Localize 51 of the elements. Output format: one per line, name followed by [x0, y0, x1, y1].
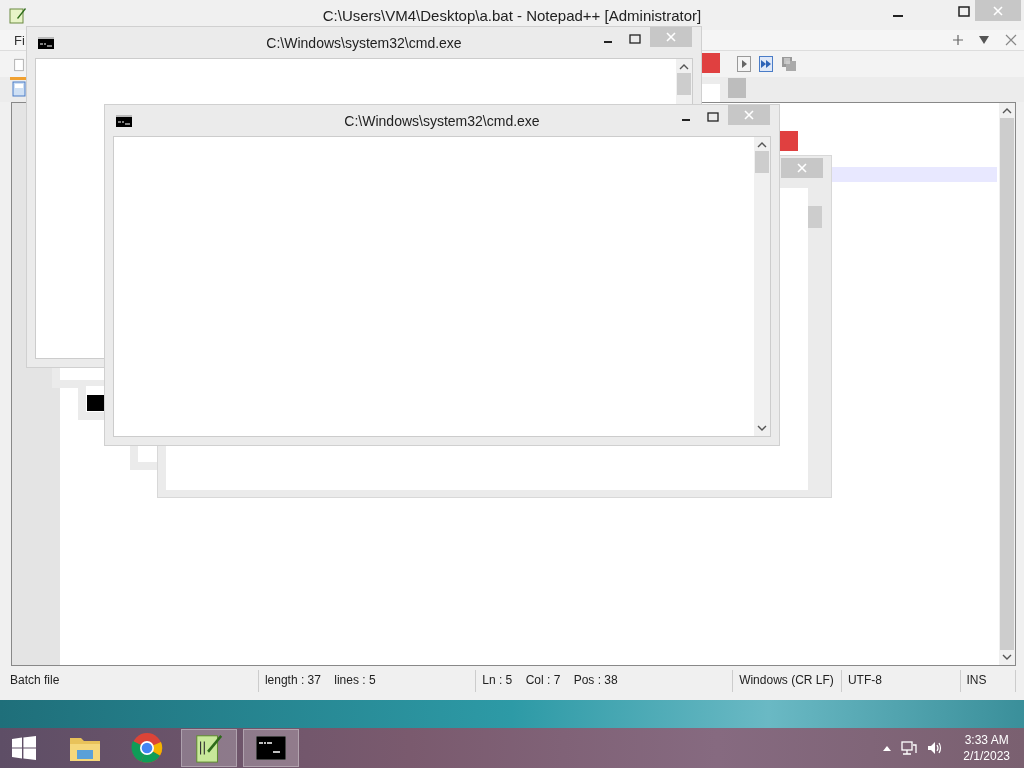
scrollbar-thumb[interactable]	[755, 151, 769, 173]
status-text: UTF-8	[847, 673, 882, 687]
status-text: Batch file	[10, 673, 60, 687]
console-icon	[38, 37, 54, 49]
glitch-block	[728, 78, 746, 98]
status-text: INS	[966, 673, 987, 687]
window-title: C:\Windows\system32\cmd.exe	[266, 35, 462, 51]
scrollbar[interactable]	[999, 103, 1015, 665]
status-text: Ln : 5 Col : 7 Pos : 38	[482, 673, 618, 687]
scroll-up-icon[interactable]	[679, 64, 689, 70]
glitch-block	[780, 131, 798, 151]
tab-indicator	[10, 77, 26, 80]
scroll-up-icon[interactable]	[757, 142, 767, 148]
macro-list-icon[interactable]	[781, 56, 797, 72]
scrollbar-thumb[interactable]	[808, 206, 822, 228]
scroll-down-icon[interactable]	[1002, 654, 1012, 660]
fast-forward-icon[interactable]	[759, 56, 773, 72]
console-icon	[116, 115, 132, 127]
status-text: Windows (CR LF)	[739, 673, 834, 687]
windows-logo-icon[interactable]	[11, 735, 37, 761]
window-title: C:\Windows\system32\cmd.exe	[344, 113, 540, 129]
close-icon	[744, 110, 754, 120]
add-icon[interactable]	[952, 34, 964, 46]
window-title: C:\Users\VM4\Desktop\a.bat - Notepad++ [Administrator]	[322, 7, 702, 24]
taskbar-app[interactable]	[181, 729, 237, 767]
browser-icon	[131, 732, 163, 764]
status-text: length : 37 lines : 5	[264, 673, 376, 687]
scrollbar-thumb[interactable]	[677, 73, 691, 95]
taskbar-app[interactable]	[243, 729, 299, 767]
play-icon[interactable]	[737, 56, 751, 72]
glitch-block	[87, 395, 104, 411]
notepad-icon	[194, 732, 224, 764]
scroll-down-icon[interactable]	[757, 425, 767, 431]
close-icon	[797, 163, 807, 173]
clock-time[interactable]: 3:33 AM	[964, 732, 1009, 748]
volume-icon[interactable]	[927, 740, 944, 756]
maximize-icon[interactable]	[958, 6, 970, 18]
clock-date[interactable]: 2/1/2023	[963, 748, 1010, 764]
caret-icon[interactable]	[883, 745, 892, 751]
close-icon	[666, 32, 676, 42]
close-icon	[993, 5, 1003, 16]
glitch-block	[702, 53, 720, 73]
maximize-icon[interactable]	[629, 34, 641, 44]
close-icon[interactable]	[1005, 34, 1017, 46]
network-icon[interactable]	[901, 740, 918, 756]
console-icon	[256, 736, 286, 760]
notepad-icon	[9, 6, 27, 24]
menu-item[interactable]: Fi	[14, 33, 25, 48]
maximize-icon[interactable]	[707, 112, 719, 122]
dropdown-icon[interactable]	[978, 34, 990, 46]
scroll-up-icon[interactable]	[1002, 108, 1012, 114]
